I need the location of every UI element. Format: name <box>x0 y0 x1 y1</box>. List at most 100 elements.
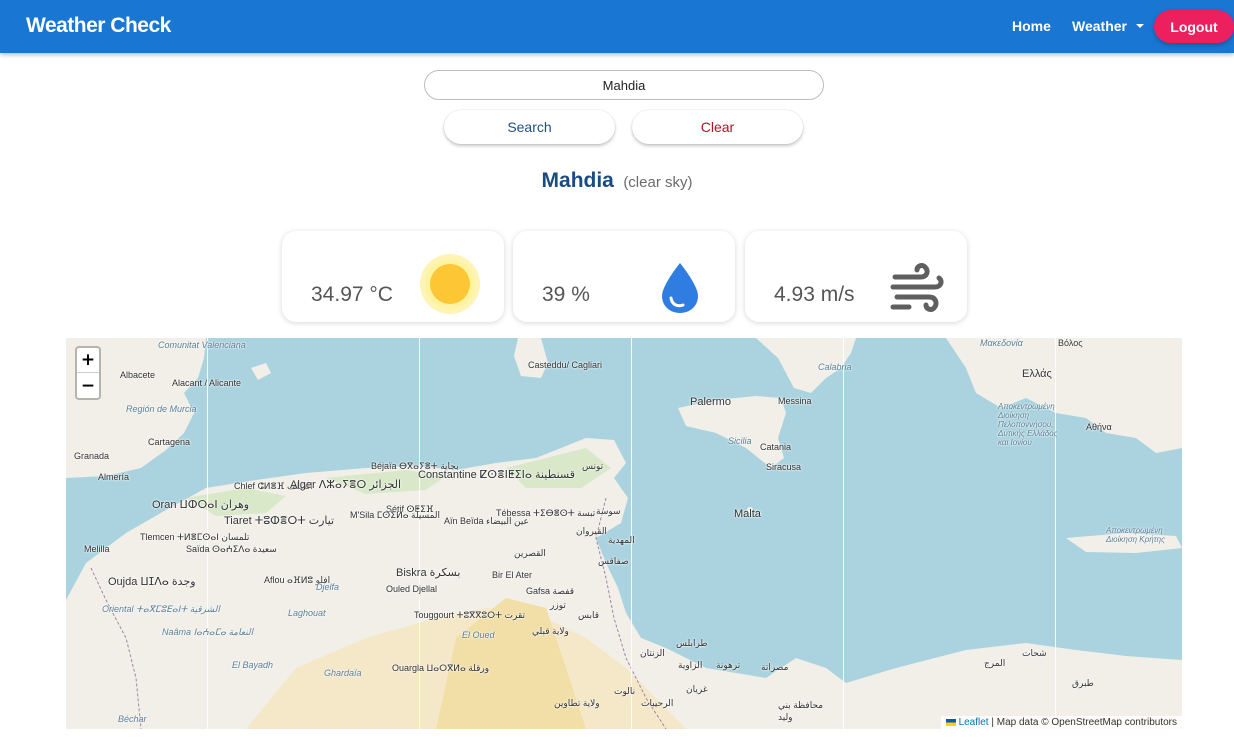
zoom-in-button[interactable]: + <box>77 348 99 373</box>
map-label: Messina <box>778 396 812 406</box>
map-label: Oriental ⵜⴰⴳⵎⵓⴹⴰⵏⵜ الشرقية <box>102 604 220 614</box>
map-label: Malta <box>734 508 761 520</box>
tile-seam <box>631 338 632 729</box>
map-label: Naâma ⵏⴰⵄⴰⵎⴰ النعامة <box>162 627 254 637</box>
map-label: المهدية <box>608 535 635 545</box>
map-label: الزنتان <box>640 648 665 658</box>
map-label: Sicilia <box>728 436 752 446</box>
map-label: Granada <box>74 451 110 461</box>
map-label: Saïda ⵙⴰⵄⵉⴷⴰ سعيدة <box>186 544 277 554</box>
map-label: Casteddu/ Cagliari <box>528 360 603 370</box>
logout-button[interactable]: Logout <box>1154 10 1234 43</box>
map-label: Ouled Djellal <box>386 584 438 594</box>
map-label: Oujda ⵡⵊⴷⴰ وجدة <box>108 576 196 588</box>
map-label: M'Sila ⵎⵙⵉⵍⴰ المسيلة <box>350 510 441 520</box>
map-label: ترهونة <box>716 660 741 670</box>
map-label: Alacant / Alicante <box>172 378 242 388</box>
map-label: الزاوية <box>678 660 703 670</box>
map-label: قابس <box>578 610 600 620</box>
map-label: Laghouat <box>288 608 326 618</box>
map-label: Βόλος <box>1058 338 1083 348</box>
result-heading: Mahdia (clear sky) <box>0 169 1234 193</box>
map-attribution: Leaflet | Map data © OpenStreetMap contr… <box>940 716 1182 729</box>
humidity-card: 39 % <box>513 231 735 322</box>
map-label: Béchar <box>118 714 147 724</box>
map-label: Comunitat Valenciana <box>158 340 246 350</box>
map-label: مصراتة <box>761 662 789 672</box>
tile-seam <box>843 338 844 729</box>
water-drop-icon <box>662 263 698 313</box>
map-label: وليد <box>778 712 793 722</box>
map-label: Ghardaïa <box>324 668 362 678</box>
map-label: Αποκεντρωμένη Διοίκηση Κρήτης <box>1106 526 1165 544</box>
nav-weather-label: Weather <box>1072 18 1127 34</box>
map-label: Αθήνα <box>1086 422 1112 432</box>
temperature-card: 34.97 °C <box>282 231 504 322</box>
city-name: Mahdia <box>541 169 614 192</box>
map-label: المرج <box>984 658 1006 668</box>
zoom-control: + − <box>75 346 101 400</box>
temperature-value: 34.97 °C <box>311 283 393 306</box>
brand-logo[interactable]: Weather Check <box>26 14 171 38</box>
map-label: Touggourt ⵜⵓⴳⴳⵓⵔⵜ تقرت <box>414 610 526 620</box>
map-label: Palermo <box>690 396 731 408</box>
map-label: Ελλάς <box>1022 368 1052 380</box>
map-label: Calabria <box>818 362 852 372</box>
map-label: Tébessa ⵜⵉⴱⴻⵙⵜ تبسة <box>496 508 596 518</box>
map-label: Oran ⵡⵀⵔⴰⵏ وهران <box>152 499 250 511</box>
wind-icon <box>890 263 944 312</box>
ukraine-flag-icon <box>945 718 956 726</box>
map-label: Gafsa قفصة <box>526 586 575 596</box>
weather-map[interactable]: Comunitat Valenciana Albacete Alacant / … <box>66 338 1182 729</box>
map-label: الرحيبات <box>641 698 674 708</box>
map-label: محافظة بني <box>778 700 824 710</box>
map-label: القيروان <box>576 526 607 536</box>
map-label: توزر <box>550 600 566 610</box>
map-label: Catania <box>760 442 792 452</box>
city-search-input[interactable] <box>424 70 824 100</box>
map-label: Ouargla ⵡⴰⵔⴳⵍⴰ ورقلة <box>392 663 490 673</box>
clear-button[interactable]: Clear <box>632 110 803 144</box>
weather-description: (clear sky) <box>623 174 693 191</box>
map-label: Cartagena <box>148 437 191 447</box>
map-label: طبرق <box>1072 678 1094 688</box>
map-label: Biskra بسكرة <box>396 567 461 579</box>
map-label: El Bayadh <box>232 660 274 670</box>
humidity-value: 39 % <box>542 283 590 306</box>
map-label: Albacete <box>120 370 156 380</box>
map-label: ولاية قبلي <box>532 626 569 636</box>
nav-home-link[interactable]: Home <box>1012 18 1051 34</box>
map-label: ولاية تطاوين <box>554 698 600 708</box>
tile-seam <box>1055 338 1056 729</box>
map-label: شحات <box>1022 648 1047 658</box>
map-label: غريان <box>686 684 708 694</box>
zoom-out-button[interactable]: − <box>77 373 99 398</box>
map-label: Siracusa <box>766 462 802 472</box>
map-label: نالوت <box>614 686 636 696</box>
sun-icon <box>420 254 480 314</box>
attribution-text: | Map data © OpenStreetMap contributors <box>988 717 1177 728</box>
search-button[interactable]: Search <box>444 110 615 144</box>
map-label: Melilla <box>84 544 110 554</box>
map-label: Αποκεντρωμένη Διοίκηση Πελοποννήσου, Δυτ… <box>998 402 1058 447</box>
map-label: Región de Murcia <box>126 404 197 414</box>
map-label: Almería <box>98 472 130 482</box>
map-label: Tlemcen ⵜⵍⴻⵎⵙⴰⵏ تلمسان <box>140 532 250 542</box>
wind-card: 4.93 m/s <box>745 231 967 322</box>
map-label: طرابلس <box>676 638 708 648</box>
map-label: سوسة <box>596 506 621 516</box>
map-label: El Oued <box>462 630 495 640</box>
map-label: تونس <box>582 461 604 471</box>
map-label: Djelfa <box>316 582 340 592</box>
map-label: Bir El Ater <box>492 570 533 580</box>
nav-weather-dropdown[interactable]: Weather <box>1072 18 1144 34</box>
caret-down-icon <box>1135 24 1144 29</box>
map-label: القصرين <box>514 548 546 558</box>
map-label: Alger ⴷⵣⴰⵢⴻⵔ الجزائر <box>290 479 402 491</box>
map-label: Μακεδονία <box>980 338 1023 348</box>
top-navbar: Weather Check Home Weather Logout <box>0 0 1234 53</box>
leaflet-link[interactable]: Leaflet <box>959 717 989 728</box>
map-label: Tiaret ⵜⵓⵀⴻⵔⵜ تيارت <box>224 515 335 527</box>
wind-value: 4.93 m/s <box>774 283 855 306</box>
map-label: Constantine ⵇⵙⴻⵏⵟⵉⵏⴰ قسنطينة <box>418 469 575 481</box>
